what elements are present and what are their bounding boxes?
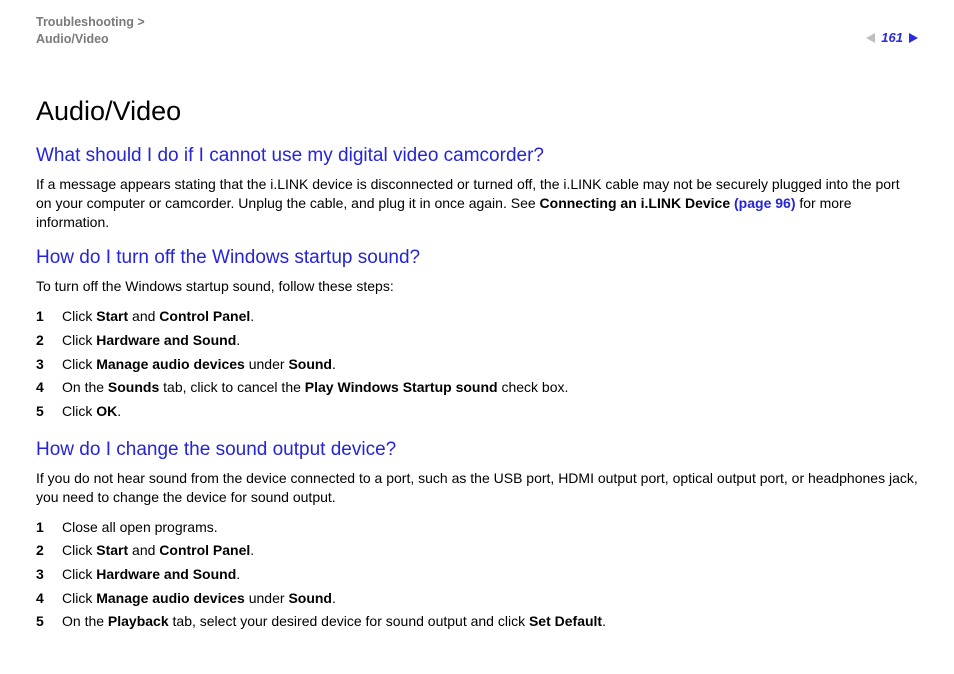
bold-text: Sounds <box>108 379 159 395</box>
breadcrumb: Troubleshooting > Audio/Video <box>36 14 145 48</box>
text-segment: . <box>250 542 254 558</box>
output-device-intro: If you do not hear sound from the device… <box>36 469 918 507</box>
text-segment: Click <box>62 403 96 419</box>
bold-text: Hardware and Sound <box>96 566 236 582</box>
next-page-icon[interactable] <box>909 33 918 43</box>
step-item: On the Sounds tab, click to cancel the P… <box>36 377 918 399</box>
bold-text: Manage audio devices <box>96 356 245 372</box>
text-segment: check box. <box>498 379 569 395</box>
text-segment: Click <box>62 356 96 372</box>
text-segment: Click <box>62 332 96 348</box>
bold-text: OK <box>96 403 117 419</box>
text-segment: Close all open programs. <box>62 519 218 535</box>
breadcrumb-line-1: Troubleshooting > <box>36 15 145 29</box>
text-segment: . <box>332 590 336 606</box>
bold-text: Sound <box>288 356 332 372</box>
step-item: Close all open programs. <box>36 517 918 539</box>
page-title: Audio/Video <box>36 96 918 127</box>
text-segment: Click <box>62 308 96 324</box>
page-header: Troubleshooting > Audio/Video 161 <box>36 14 918 48</box>
text-segment: . <box>117 403 121 419</box>
text-segment: Click <box>62 542 96 558</box>
text-segment: and <box>128 542 159 558</box>
step-item: On the Playback tab, select your desired… <box>36 611 918 633</box>
topic-heading-output-device: How do I change the sound output device? <box>36 439 918 461</box>
bold-text: Playback <box>108 613 169 629</box>
step-item: Click Start and Control Panel. <box>36 540 918 562</box>
step-item: Click Manage audio devices under Sound. <box>36 588 918 610</box>
step-item: Click Start and Control Panel. <box>36 306 918 328</box>
output-device-steps: Close all open programs. Click Start and … <box>36 517 918 633</box>
text-segment: . <box>602 613 606 629</box>
bold-text: Start <box>96 542 128 558</box>
text-segment: . <box>332 356 336 372</box>
bold-text: Play Windows Startup sound <box>305 379 498 395</box>
prev-page-icon[interactable] <box>866 33 875 43</box>
text-segment: . <box>250 308 254 324</box>
bold-text: Sound <box>288 590 332 606</box>
text-segment: under <box>245 356 289 372</box>
step-item: Click Hardware and Sound. <box>36 330 918 352</box>
text-segment: Click <box>62 566 96 582</box>
content-area: Audio/Video What should I do if I cannot… <box>36 48 918 633</box>
document-page: Troubleshooting > Audio/Video 161 Audio/… <box>0 0 954 674</box>
text-segment: Click <box>62 590 96 606</box>
bold-text: Hardware and Sound <box>96 332 236 348</box>
text-segment: . <box>236 566 240 582</box>
bold-text: Connecting an i.LINK Device <box>540 195 731 211</box>
bold-text: Start <box>96 308 128 324</box>
page-link[interactable]: (page 96) <box>730 195 795 211</box>
text-segment: and <box>128 308 159 324</box>
bold-text: Control Panel <box>159 308 250 324</box>
bold-text: Control Panel <box>159 542 250 558</box>
topic-heading-startup-sound: How do I turn off the Windows startup so… <box>36 247 918 269</box>
step-item: Click Manage audio devices under Sound. <box>36 354 918 376</box>
text-segment: On the <box>62 379 108 395</box>
topic-heading-camcorder: What should I do if I cannot use my digi… <box>36 145 918 167</box>
text-segment: tab, click to cancel the <box>159 379 305 395</box>
page-nav: 161 <box>866 14 918 45</box>
text-segment: . <box>236 332 240 348</box>
bold-text: Set Default <box>529 613 602 629</box>
startup-sound-intro: To turn off the Windows startup sound, f… <box>36 277 918 296</box>
text-segment: On the <box>62 613 108 629</box>
startup-sound-steps: Click Start and Control Panel.Click Hard… <box>36 306 918 422</box>
camcorder-paragraph: If a message appears stating that the i.… <box>36 175 918 232</box>
step-item: Click OK. <box>36 401 918 423</box>
bold-text: Manage audio devices <box>96 590 245 606</box>
text-segment: under <box>245 590 289 606</box>
breadcrumb-line-2: Audio/Video <box>36 32 109 46</box>
text-segment: tab, select your desired device for soun… <box>169 613 529 629</box>
step-item: Click Hardware and Sound. <box>36 564 918 586</box>
page-number: 161 <box>881 30 903 45</box>
